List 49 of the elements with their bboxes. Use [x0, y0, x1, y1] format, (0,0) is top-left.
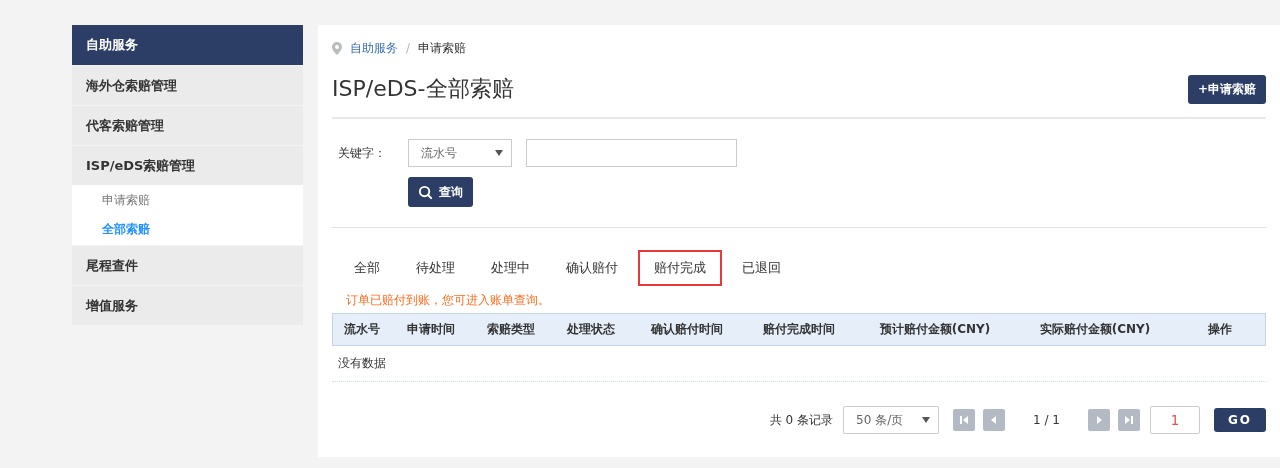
sidebar-item[interactable]: 代客索赔管理: [72, 106, 303, 145]
last-page-button[interactable]: [1118, 409, 1140, 431]
status-tab[interactable]: 待处理: [400, 250, 471, 286]
sidebar-item[interactable]: 海外仓索赔管理: [72, 66, 303, 105]
page-size-select[interactable]: 50 条/页: [843, 406, 940, 434]
right-triangle-icon: [1094, 415, 1104, 425]
sidebar-item[interactable]: 增值服务: [72, 286, 303, 325]
sidebar-item[interactable]: 尾程查件: [72, 246, 303, 285]
breadcrumb-separator: /: [406, 41, 411, 55]
column-header: 流水号: [343, 321, 381, 338]
go-button[interactable]: GO: [1214, 408, 1266, 432]
keyword-type-select[interactable]: 流水号: [408, 139, 512, 167]
breadcrumb-current: 申请索赔: [418, 39, 467, 57]
search-icon: [418, 184, 433, 200]
column-header: 赔付完成时间: [762, 321, 836, 338]
sidebar-item[interactable]: ISP/eDS索赔管理: [72, 146, 303, 185]
query-button[interactable]: 查询: [408, 177, 473, 207]
apply-claim-button[interactable]: +申请索赔: [1187, 74, 1266, 104]
last-page-icon: [1124, 415, 1134, 425]
keyword-input[interactable]: [526, 139, 737, 167]
status-tab[interactable]: 处理中: [475, 250, 546, 286]
next-page-button[interactable]: [1088, 409, 1110, 431]
previous-page-button[interactable]: [983, 409, 1006, 431]
status-tab[interactable]: 已退回: [726, 250, 797, 286]
keyword-label: 关键字：: [338, 144, 387, 162]
column-header: 操作: [1207, 321, 1233, 338]
empty-message: 没有数据: [338, 356, 386, 370]
caret-icon: [495, 150, 503, 156]
status-tab[interactable]: 全部: [338, 250, 396, 286]
page-number-input[interactable]: 1: [1150, 406, 1200, 434]
column-header: 实际赔付金额(CNY): [1038, 321, 1152, 338]
location-pin-icon: [332, 41, 342, 55]
sidebar-header[interactable]: 自助服务: [72, 25, 303, 65]
column-header: 处理状态: [566, 321, 616, 338]
record-count: 共 0 条记录: [769, 411, 834, 429]
column-header: 索赔类型: [486, 321, 536, 338]
column-header: 确认赔付时间: [649, 321, 724, 338]
submenu-item[interactable]: 申请索赔: [72, 186, 303, 215]
column-header: 预计赔付金额(CNY): [878, 321, 992, 338]
page-indicator: 1 / 1: [1033, 413, 1060, 427]
caret-icon: [922, 417, 931, 423]
status-tab[interactable]: 确认赔付: [550, 250, 634, 286]
page-title: ISP/eDS-全部索赔: [332, 75, 514, 103]
notice-text: 订单已赔付到账，您可进入账单查询。: [346, 292, 551, 309]
first-page-button[interactable]: [953, 409, 976, 431]
breadcrumb-link[interactable]: 自助服务: [350, 39, 398, 57]
first-page-icon: [959, 415, 970, 425]
status-tab[interactable]: 赔付完成: [638, 250, 722, 286]
column-header: 申请时间: [406, 321, 456, 338]
